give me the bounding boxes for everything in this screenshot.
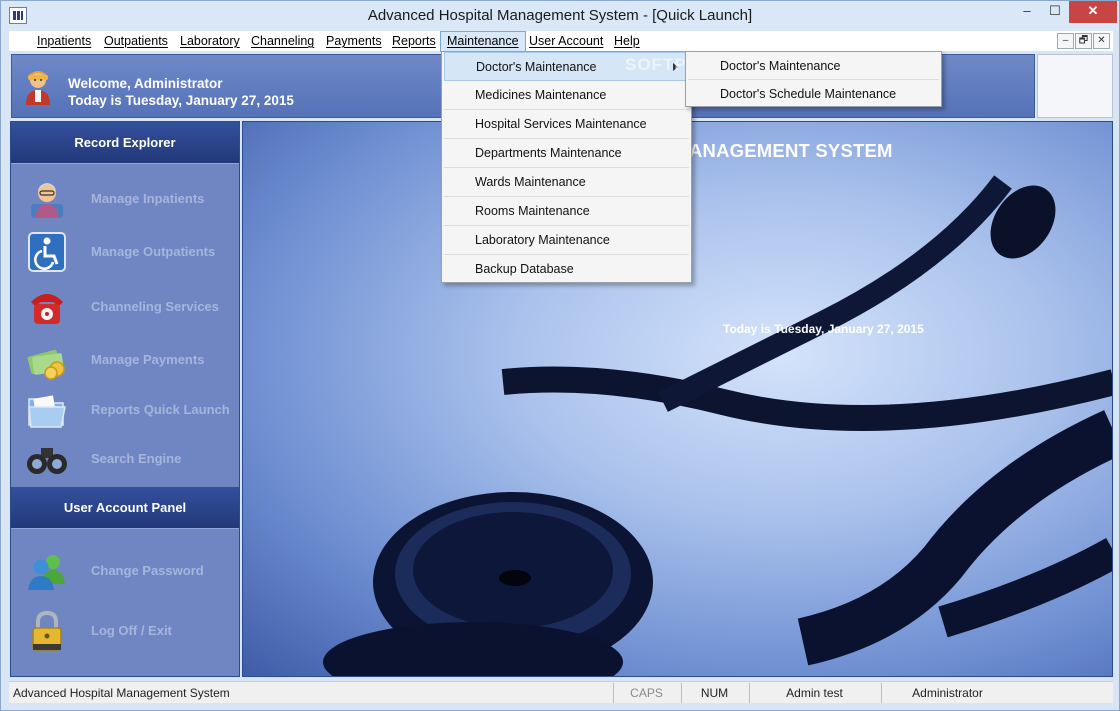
welcome-date: Today is Tuesday, January 27, 2015 (68, 93, 294, 108)
mdi-close-button[interactable]: ✕ (1093, 33, 1110, 49)
menu-channeling[interactable]: Channeling (245, 31, 320, 52)
sidebar-item-reports-quick-launch[interactable]: Reports Quick Launch (11, 385, 239, 435)
submenu-item-doctors-schedule-maintenance[interactable]: Doctor's Schedule Maintenance (688, 80, 939, 108)
menu-item-medicines-maintenance[interactable]: Medicines Maintenance (444, 81, 689, 110)
window-title: Advanced Hospital Management System - [Q… (367, 7, 753, 24)
status-app-name: Advanced Hospital Management System (13, 686, 230, 700)
system-title: ANAGEMENT SYSTEM (689, 140, 893, 161)
app-window: Advanced Hospital Management System - [Q… (0, 0, 1120, 711)
menu-item-wards-maintenance[interactable]: Wards Maintenance (444, 168, 689, 197)
menu-item-hospital-services-maintenance[interactable]: Hospital Services Maintenance (444, 110, 689, 139)
status-bar: Advanced Hospital Management System CAPS… (9, 681, 1113, 703)
folder-icon (28, 395, 66, 428)
sidebar-item-manage-payments[interactable]: Manage Payments (11, 335, 239, 385)
sidebar-label-change-password: Change Password (91, 563, 204, 578)
maintenance-dropdown: Doctor's Maintenance Medicines Maintenan… (441, 51, 692, 283)
telephone-icon (31, 294, 63, 324)
sidebar-item-log-off-exit[interactable]: Log Off / Exit (11, 606, 239, 656)
menu-payments[interactable]: Payments (320, 31, 388, 52)
menu-item-departments-maintenance[interactable]: Departments Maintenance (444, 139, 689, 168)
menu-item-label: Doctor's Maintenance (476, 60, 597, 74)
binoculars-icon (27, 448, 67, 474)
status-role: Administrator (881, 683, 1013, 703)
administrator-icon (26, 71, 50, 105)
sidebar-label-manage-outpatients: Manage Outpatients (91, 244, 216, 259)
wheelchair-icon (28, 232, 66, 272)
sidebar-item-manage-inpatients[interactable]: Manage Inpatients (11, 174, 239, 224)
menu-item-rooms-maintenance[interactable]: Rooms Maintenance (444, 197, 689, 226)
user-account-panel-header[interactable]: User Account Panel (11, 487, 239, 529)
sidebar: Record Explorer Manage Inpatients Manage… (10, 121, 240, 677)
menu-help[interactable]: Help (608, 31, 646, 52)
sidebar-label-manage-payments: Manage Payments (91, 352, 205, 367)
sidebar-item-change-password[interactable]: Change Password (11, 546, 239, 596)
mdi-minimize-button[interactable]: – (1057, 33, 1074, 49)
menu-item-backup-database[interactable]: Backup Database (444, 255, 689, 284)
users-icon (28, 555, 65, 590)
status-num: NUM (681, 683, 747, 703)
menu-user-account[interactable]: User Account (523, 31, 609, 52)
sidebar-label-search-engine: Search Engine (91, 451, 182, 466)
sidebar-label-manage-inpatients: Manage Inpatients (91, 191, 205, 206)
menu-laboratory[interactable]: Laboratory (174, 31, 246, 52)
sidebar-item-search-engine[interactable]: Search Engine (11, 434, 239, 484)
mdi-restore-button[interactable]: 🗗 (1075, 33, 1092, 49)
minimize-button[interactable]: – (1011, 1, 1043, 23)
status-caps: CAPS (613, 683, 679, 703)
menu-bar: Inpatients Outpatients Laboratory Channe… (9, 31, 1113, 52)
doctors-maintenance-submenu: Doctor's Maintenance Doctor's Schedule M… (685, 51, 942, 107)
sidebar-label-log-off-exit: Log Off / Exit (91, 623, 172, 638)
menu-maintenance[interactable]: Maintenance (440, 31, 526, 52)
lock-icon (32, 610, 62, 651)
welcome-panel-extension (1037, 54, 1113, 118)
welcome-text: Welcome, Administrator Today is Tuesday,… (68, 75, 294, 109)
menu-outpatients[interactable]: Outpatients (98, 31, 174, 52)
patient-icon (31, 183, 63, 218)
menu-item-laboratory-maintenance[interactable]: Laboratory Maintenance (444, 226, 689, 255)
main-date-text: Today is Tuesday, January 27, 2015 (723, 322, 924, 336)
sidebar-item-manage-outpatients[interactable]: Manage Outpatients (11, 227, 239, 277)
status-user: Admin test (749, 683, 879, 703)
menu-inpatients[interactable]: Inpatients (31, 31, 97, 52)
record-explorer-header[interactable]: Record Explorer (11, 122, 239, 164)
sidebar-item-channeling-services[interactable]: Channeling Services (11, 282, 239, 332)
sidebar-label-reports-quick-launch: Reports Quick Launch (91, 402, 230, 417)
money-icon (27, 349, 65, 380)
submenu-item-doctors-maintenance[interactable]: Doctor's Maintenance (688, 52, 939, 80)
welcome-greeting: Welcome, Administrator (68, 76, 223, 91)
close-button[interactable]: ✕ (1069, 1, 1117, 23)
maximize-button[interactable]: ☐ (1041, 1, 1069, 23)
title-bar[interactable]: Advanced Hospital Management System - [Q… (1, 1, 1119, 31)
sidebar-label-channeling-services: Channeling Services (91, 299, 219, 314)
menu-reports[interactable]: Reports (386, 31, 442, 52)
